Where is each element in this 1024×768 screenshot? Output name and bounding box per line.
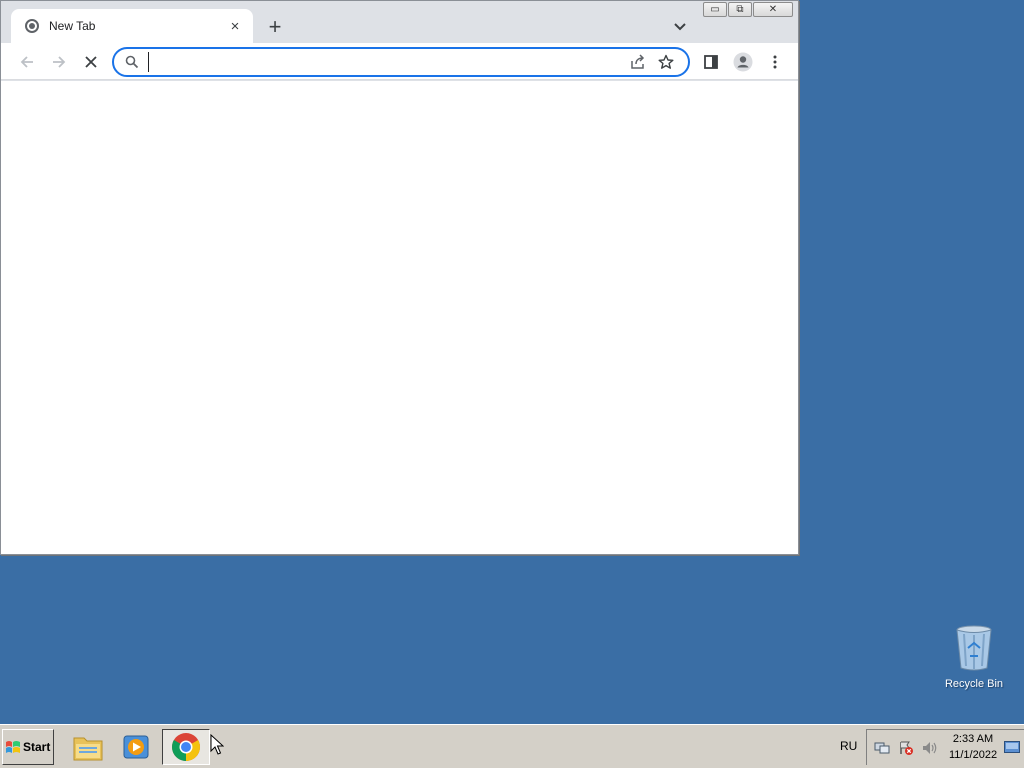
- new-tab-button[interactable]: +: [263, 15, 287, 39]
- action-center-icon[interactable]: [897, 739, 915, 757]
- restore-button[interactable]: ⧉: [728, 2, 752, 17]
- show-desktop-icon[interactable]: [1004, 741, 1020, 753]
- windows-logo-icon: [6, 741, 20, 753]
- network-icon[interactable]: [873, 739, 891, 757]
- tab-strip: New Tab × + ▭ ⧉ ✕: [1, 1, 798, 43]
- tab-new-tab[interactable]: New Tab ×: [11, 9, 253, 43]
- minimize-button[interactable]: ▭: [703, 2, 727, 17]
- chrome-newtab-icon: [25, 19, 39, 33]
- search-icon: [124, 54, 140, 70]
- taskbar: Start RU 2:33 AM 11/1/2022: [0, 724, 1024, 768]
- three-dots-vertical-icon: [773, 55, 777, 69]
- taskbar-file-explorer[interactable]: [64, 729, 112, 765]
- chevron-down-icon: [674, 23, 686, 31]
- mouse-cursor-icon: [210, 734, 224, 755]
- tab-search-button[interactable]: [669, 17, 691, 37]
- side-panel-button[interactable]: [699, 50, 723, 74]
- address-bar[interactable]: [112, 47, 690, 77]
- window-controls: ▭ ⧉ ✕: [703, 2, 793, 17]
- forward-button[interactable]: [47, 50, 71, 74]
- language-indicator[interactable]: RU: [840, 739, 857, 753]
- stop-loading-button[interactable]: [79, 50, 103, 74]
- address-input[interactable]: [148, 52, 624, 72]
- start-button[interactable]: Start: [2, 729, 54, 765]
- desktop-icon-label: Recycle Bin: [944, 678, 1004, 690]
- folder-icon: [73, 737, 103, 761]
- taskbar-media-player[interactable]: [112, 729, 160, 765]
- browser-toolbar: [1, 43, 798, 80]
- person-icon: [733, 52, 753, 72]
- profile-button[interactable]: [731, 50, 755, 74]
- taskbar-chrome[interactable]: [162, 729, 210, 765]
- tab-title: New Tab: [49, 19, 96, 33]
- close-button[interactable]: ✕: [753, 2, 793, 17]
- star-icon: [658, 54, 674, 69]
- start-label: Start: [23, 740, 51, 754]
- back-button[interactable]: [15, 50, 39, 74]
- side-panel-icon: [704, 55, 718, 69]
- clock-date: 11/1/2022: [948, 749, 998, 761]
- recycle-bin-icon: [956, 625, 992, 671]
- media-player-icon: [123, 735, 149, 759]
- chrome-icon: [172, 733, 200, 761]
- share-button[interactable]: [624, 51, 652, 73]
- arrow-left-icon: [20, 56, 33, 68]
- arrow-right-icon: [53, 56, 66, 68]
- close-icon: [85, 56, 97, 68]
- clock-time: 2:33 AM: [952, 733, 994, 745]
- volume-icon[interactable]: [921, 739, 939, 757]
- taskbar-clock[interactable]: 2:33 AM 11/1/2022: [940, 731, 1006, 763]
- desktop-icon-recycle-bin[interactable]: Recycle Bin: [938, 624, 1010, 690]
- bookmark-button[interactable]: [652, 51, 680, 73]
- tab-close-button[interactable]: ×: [225, 16, 245, 36]
- chrome-menu-button[interactable]: [763, 50, 787, 74]
- page-content: [1, 81, 798, 554]
- browser-window: New Tab × + ▭ ⧉ ✕: [0, 0, 799, 555]
- share-icon: [631, 54, 645, 69]
